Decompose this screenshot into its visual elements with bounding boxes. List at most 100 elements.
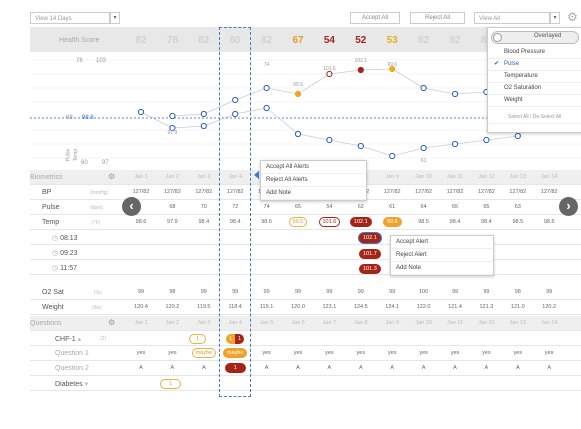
weight-cell: 120.2 xyxy=(542,304,557,310)
pulse-cell: 68 xyxy=(169,204,176,210)
question2-cell: A xyxy=(390,365,395,371)
temp-point xyxy=(263,84,270,92)
date-cell: Jan 9 xyxy=(385,174,399,180)
temp-sub-1-pill[interactable]: 102.1 xyxy=(359,233,381,243)
weight-cell: 121.0 xyxy=(510,304,525,310)
overlay-item-weight[interactable]: Weight xyxy=(488,95,581,107)
o2-cell: 99 xyxy=(357,289,364,295)
question2-cell: A xyxy=(170,365,175,371)
chf-badge-outline-pill[interactable]: 1 xyxy=(189,334,207,344)
o2-cell: 99 xyxy=(483,289,490,295)
bp-cell: 127/82 xyxy=(383,189,401,195)
health-score-value: 78 xyxy=(166,35,178,46)
reject-all-alerts-item[interactable]: Reject All Alerts xyxy=(261,174,366,187)
temp-alert-pill[interactable]: 101.6 xyxy=(318,217,341,227)
point-label: 61 xyxy=(421,158,427,164)
question1-cell: yes xyxy=(356,350,366,356)
view-select-chevron-down-icon[interactable]: ▾ xyxy=(550,12,560,24)
range-select[interactable]: View 14 Days xyxy=(30,12,110,24)
accept-all-alerts-item[interactable]: Accept All Alerts xyxy=(261,161,366,174)
o2-cell: 98 xyxy=(169,289,176,295)
date-cell: Jan 13 xyxy=(509,320,527,326)
bp-cell: 127/82 xyxy=(509,189,527,195)
previous-arrow-icon[interactable]: ‹ xyxy=(122,197,141,216)
add-note-item[interactable]: Add Note xyxy=(261,187,366,200)
temp-alert-pill[interactable]: 99.5 xyxy=(288,217,308,227)
pulse-cell: 62 xyxy=(357,204,364,210)
weight-unit: (lbs) xyxy=(92,305,102,311)
temp-sub-2-pill[interactable]: 101.7 xyxy=(359,249,381,259)
chf-count: (2) xyxy=(100,336,107,342)
temp-sub-3-pill[interactable]: 101.3 xyxy=(359,264,381,274)
temp-sub-2[interactable]: 101.7 xyxy=(359,249,381,259)
reject-alert-item[interactable]: Reject Alert xyxy=(391,249,493,262)
date-cell: Jan 10 xyxy=(415,174,432,180)
biometrics-section-title: Biometrics xyxy=(30,174,63,181)
reject-all-button[interactable]: Reject All xyxy=(410,12,465,24)
add-note-alert-item[interactable]: Add Note xyxy=(391,262,493,275)
question1-cell: yes xyxy=(168,350,177,356)
health-score-label: Health Score xyxy=(59,37,100,44)
overlay-item-temperature[interactable]: Temperature xyxy=(488,71,581,83)
chf-chevron-icon[interactable]: ▴ xyxy=(78,336,82,343)
temp-label: Temp xyxy=(42,219,60,226)
pulse-cell: 74 xyxy=(263,204,270,210)
date-cell: Jan 11 xyxy=(446,174,464,180)
temp-alert-pill[interactable]: 102.1 xyxy=(349,217,372,227)
diabetes-badge[interactable]: 1 xyxy=(160,379,182,389)
overlay-item-blood-pressure[interactable]: Blood Pressure xyxy=(488,47,581,59)
o2-cell: 99 xyxy=(389,289,396,295)
temp-cell[interactable]: 99.5 xyxy=(283,215,313,230)
temp-sub-3[interactable]: 101.3 xyxy=(359,264,381,274)
weight-cell: 122.0 xyxy=(416,304,431,310)
temp-cell[interactable]: 102.1 xyxy=(346,215,376,230)
health-score-value: 82 xyxy=(261,35,273,46)
question1-cell: maybe xyxy=(189,346,219,361)
time-2-text: 09:23 xyxy=(60,250,78,257)
biometrics-gear-icon[interactable]: ⚙ xyxy=(108,172,115,181)
overlay-item-pulse[interactable]: ✔ Pulse xyxy=(488,59,581,71)
pulse-axis-tag: Pulse xyxy=(65,148,72,162)
clock-icon: ◷ xyxy=(52,235,61,242)
date-cell: Jan 2 xyxy=(165,174,180,180)
temp-point xyxy=(420,84,427,92)
pulse-point xyxy=(483,136,490,144)
diabetes-label: Diabetes ▾ xyxy=(55,380,88,388)
view-select[interactable]: View All xyxy=(474,12,550,24)
temp-sub-1[interactable]: 102.1 xyxy=(359,233,381,243)
range-select-chevron-down-icon[interactable]: ▾ xyxy=(110,12,120,24)
temp-cell[interactable]: 99.6 xyxy=(377,215,407,230)
chf-label: CHF-1 ▴ xyxy=(55,335,81,343)
pulse-point xyxy=(451,140,459,148)
overlay-toggle[interactable]: Overlayed xyxy=(491,31,579,44)
gear-icon[interactable]: ⚙ xyxy=(567,10,578,24)
question2-cell: A xyxy=(515,365,520,371)
selected-day-column[interactable] xyxy=(219,27,251,397)
overlay-item-o2-saturation[interactable]: O2 Saturation xyxy=(488,83,581,95)
question1-cell: yes xyxy=(513,350,523,356)
temp-point xyxy=(200,110,207,118)
alert-context-menu: Accept Alert Reject Alert Add Note xyxy=(390,235,494,276)
pulse-cell: 65 xyxy=(294,204,302,210)
weight-cell: 124.1 xyxy=(385,304,400,310)
date-cell: Jan 12 xyxy=(478,320,495,326)
next-arrow-icon[interactable]: › xyxy=(559,197,578,216)
question1-cell: yes xyxy=(136,350,146,356)
accept-alert-item[interactable]: Accept Alert xyxy=(391,236,493,249)
diabetes-badge-pill[interactable]: 1 xyxy=(160,379,182,389)
bp-unit: (mmHg) xyxy=(90,190,109,196)
temp-point xyxy=(326,70,333,78)
date-cell: Jan 5 xyxy=(259,320,274,326)
diabetes-chevron-icon[interactable]: ▾ xyxy=(85,381,89,388)
overlay-select-all[interactable]: Select All / De-Select All xyxy=(488,112,581,124)
answer-badge[interactable]: maybe xyxy=(191,348,217,358)
question2-cell: A xyxy=(358,365,363,371)
temp-cell[interactable]: 101.6 xyxy=(314,215,344,230)
temp-point xyxy=(451,90,459,98)
weight-cell: 124.5 xyxy=(353,304,368,310)
chf-badge-outline[interactable]: 1 xyxy=(189,334,207,344)
questions-gear-icon[interactable]: ⚙ xyxy=(108,318,115,327)
temp-alert-pill[interactable]: 99.6 xyxy=(382,217,402,227)
toggle-knob[interactable] xyxy=(493,33,502,42)
accept-all-button[interactable]: Accept All xyxy=(350,12,400,24)
